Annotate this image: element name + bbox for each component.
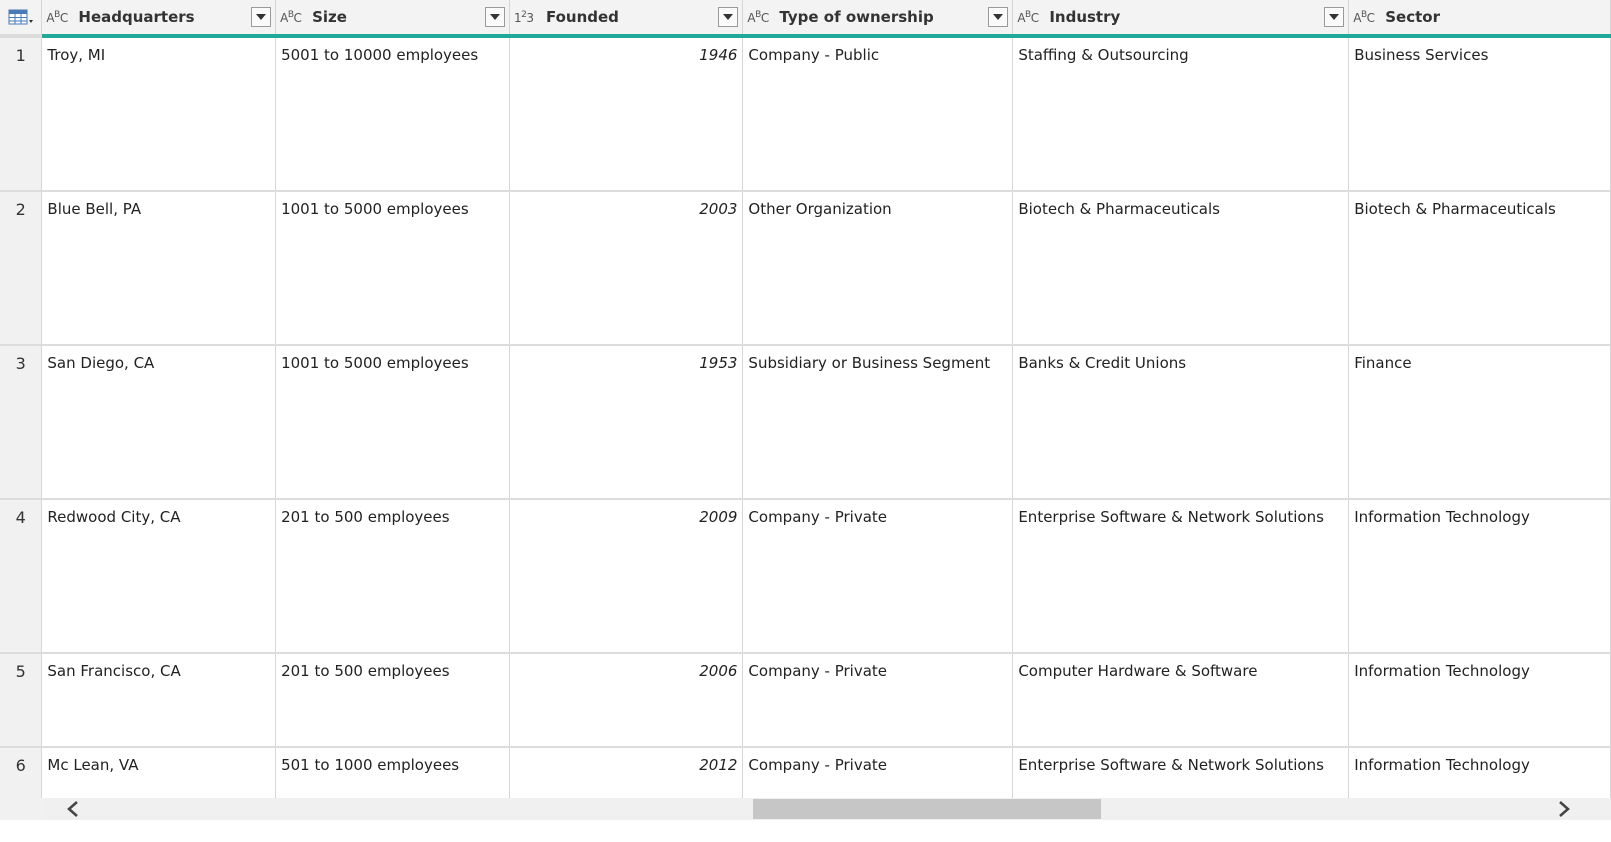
cell-size[interactable]: 5001 to 10000 employees — [275, 36, 510, 192]
scrollbar-thumb[interactable] — [753, 799, 1101, 819]
column-header-headquarters[interactable]: ABC Headquarters — [41, 0, 277, 38]
cell-headquarters[interactable]: San Diego, CA — [41, 345, 277, 500]
cell-founded[interactable]: 1946 — [509, 36, 744, 192]
row-number[interactable]: 1 — [0, 36, 43, 192]
table-row: 4 Redwood City, CA 201 to 500 employees … — [0, 499, 1611, 654]
cell-size[interactable]: 1001 to 5000 employees — [275, 345, 510, 500]
column-filter-button[interactable] — [1324, 7, 1345, 27]
cell-headquarters[interactable]: Troy, MI — [41, 36, 277, 192]
scroll-left-button[interactable] — [62, 798, 84, 820]
cell-ownership[interactable]: Subsidiary or Business Segment — [742, 345, 1014, 500]
column-filter-button[interactable] — [251, 7, 272, 27]
column-filter-button[interactable] — [484, 7, 505, 27]
column-label: Industry — [1049, 8, 1121, 26]
text-type-icon[interactable]: ABC — [280, 10, 304, 25]
cell-size[interactable]: 201 to 500 employees — [275, 653, 510, 748]
column-header-industry[interactable]: ABC Industry — [1012, 0, 1350, 38]
table-row: 3 San Diego, CA 1001 to 5000 employees 1… — [0, 345, 1611, 500]
column-header-sector[interactable]: ABC Sector — [1348, 0, 1611, 38]
column-label: Type of ownership — [779, 8, 934, 26]
table-menu-button[interactable] — [0, 0, 43, 38]
cell-sector[interactable]: Finance — [1348, 345, 1611, 500]
column-label: Size — [312, 8, 347, 26]
cell-ownership[interactable]: Company - Public — [742, 36, 1014, 192]
chevron-down-icon — [993, 14, 1004, 20]
text-type-icon[interactable]: ABC — [46, 10, 70, 25]
cell-ownership[interactable]: Company - Private — [742, 499, 1014, 654]
number-type-icon[interactable]: 123 — [514, 10, 538, 25]
cell-industry[interactable]: Banks & Credit Unions — [1012, 345, 1350, 500]
chevron-down-icon — [723, 14, 734, 20]
cell-industry[interactable]: Enterprise Software & Network Solutions — [1012, 499, 1350, 654]
text-type-icon[interactable]: ABC — [1353, 10, 1377, 25]
chevron-down-icon — [256, 14, 267, 20]
column-header-type-of-ownership[interactable]: ABC Type of ownership — [742, 0, 1014, 38]
cell-headquarters[interactable]: Redwood City, CA — [41, 499, 277, 654]
cell-sector[interactable]: Biotech & Pharmaceuticals — [1348, 191, 1611, 346]
data-table: ABC Headquarters ABC Size 123 Founded AB… — [0, 0, 1611, 816]
column-label: Sector — [1385, 8, 1440, 26]
cell-founded[interactable]: 2003 — [509, 191, 744, 346]
header-row: ABC Headquarters ABC Size 123 Founded AB… — [0, 0, 1611, 38]
cell-industry[interactable]: Computer Hardware & Software — [1012, 653, 1350, 748]
column-filter-button[interactable] — [718, 7, 739, 27]
table-row: 2 Blue Bell, PA 1001 to 5000 employees 2… — [0, 191, 1611, 346]
row-number[interactable]: 4 — [0, 499, 43, 654]
text-type-icon[interactable]: ABC — [1017, 10, 1041, 25]
status-area — [0, 820, 1611, 842]
cell-size[interactable]: 201 to 500 employees — [275, 499, 510, 654]
cell-founded[interactable]: 1953 — [509, 345, 744, 500]
cell-industry[interactable]: Biotech & Pharmaceuticals — [1012, 191, 1350, 346]
data-grid: ABC Headquarters ABC Size 123 Founded AB… — [0, 0, 1611, 820]
cell-headquarters[interactable]: Blue Bell, PA — [41, 191, 277, 346]
cell-sector[interactable]: Information Technology — [1348, 499, 1611, 654]
chevron-down-icon — [1329, 14, 1340, 20]
chevron-right-icon — [1559, 801, 1570, 817]
cell-size[interactable]: 1001 to 5000 employees — [275, 191, 510, 346]
cell-sector[interactable]: Business Services — [1348, 36, 1611, 192]
cell-headquarters[interactable]: San Francisco, CA — [41, 653, 277, 748]
column-filter-button[interactable] — [988, 7, 1009, 27]
scrollbar-corner — [0, 798, 42, 820]
cell-ownership[interactable]: Company - Private — [742, 653, 1014, 748]
horizontal-scrollbar[interactable] — [42, 798, 1611, 820]
column-label: Headquarters — [78, 8, 195, 26]
cell-industry[interactable]: Staffing & Outsourcing — [1012, 36, 1350, 192]
text-type-icon[interactable]: ABC — [747, 10, 771, 25]
row-number[interactable]: 2 — [0, 191, 43, 346]
cell-sector[interactable]: Information Technology — [1348, 653, 1611, 748]
chevron-down-icon — [489, 14, 500, 20]
table-row: 1 Troy, MI 5001 to 10000 employees 1946 … — [0, 36, 1611, 192]
column-header-size[interactable]: ABC Size — [275, 0, 510, 38]
table-icon — [8, 9, 33, 25]
column-label: Founded — [545, 8, 619, 26]
cell-founded[interactable]: 2006 — [509, 653, 744, 748]
scroll-right-button[interactable] — [1553, 798, 1575, 820]
cell-ownership[interactable]: Other Organization — [742, 191, 1014, 346]
table-row: 5 San Francisco, CA 201 to 500 employees… — [0, 653, 1611, 748]
row-number[interactable]: 5 — [0, 653, 43, 748]
chevron-left-icon — [67, 801, 78, 817]
cell-founded[interactable]: 2009 — [509, 499, 744, 654]
row-number[interactable]: 3 — [0, 345, 43, 500]
column-header-founded[interactable]: 123 Founded — [509, 0, 744, 38]
